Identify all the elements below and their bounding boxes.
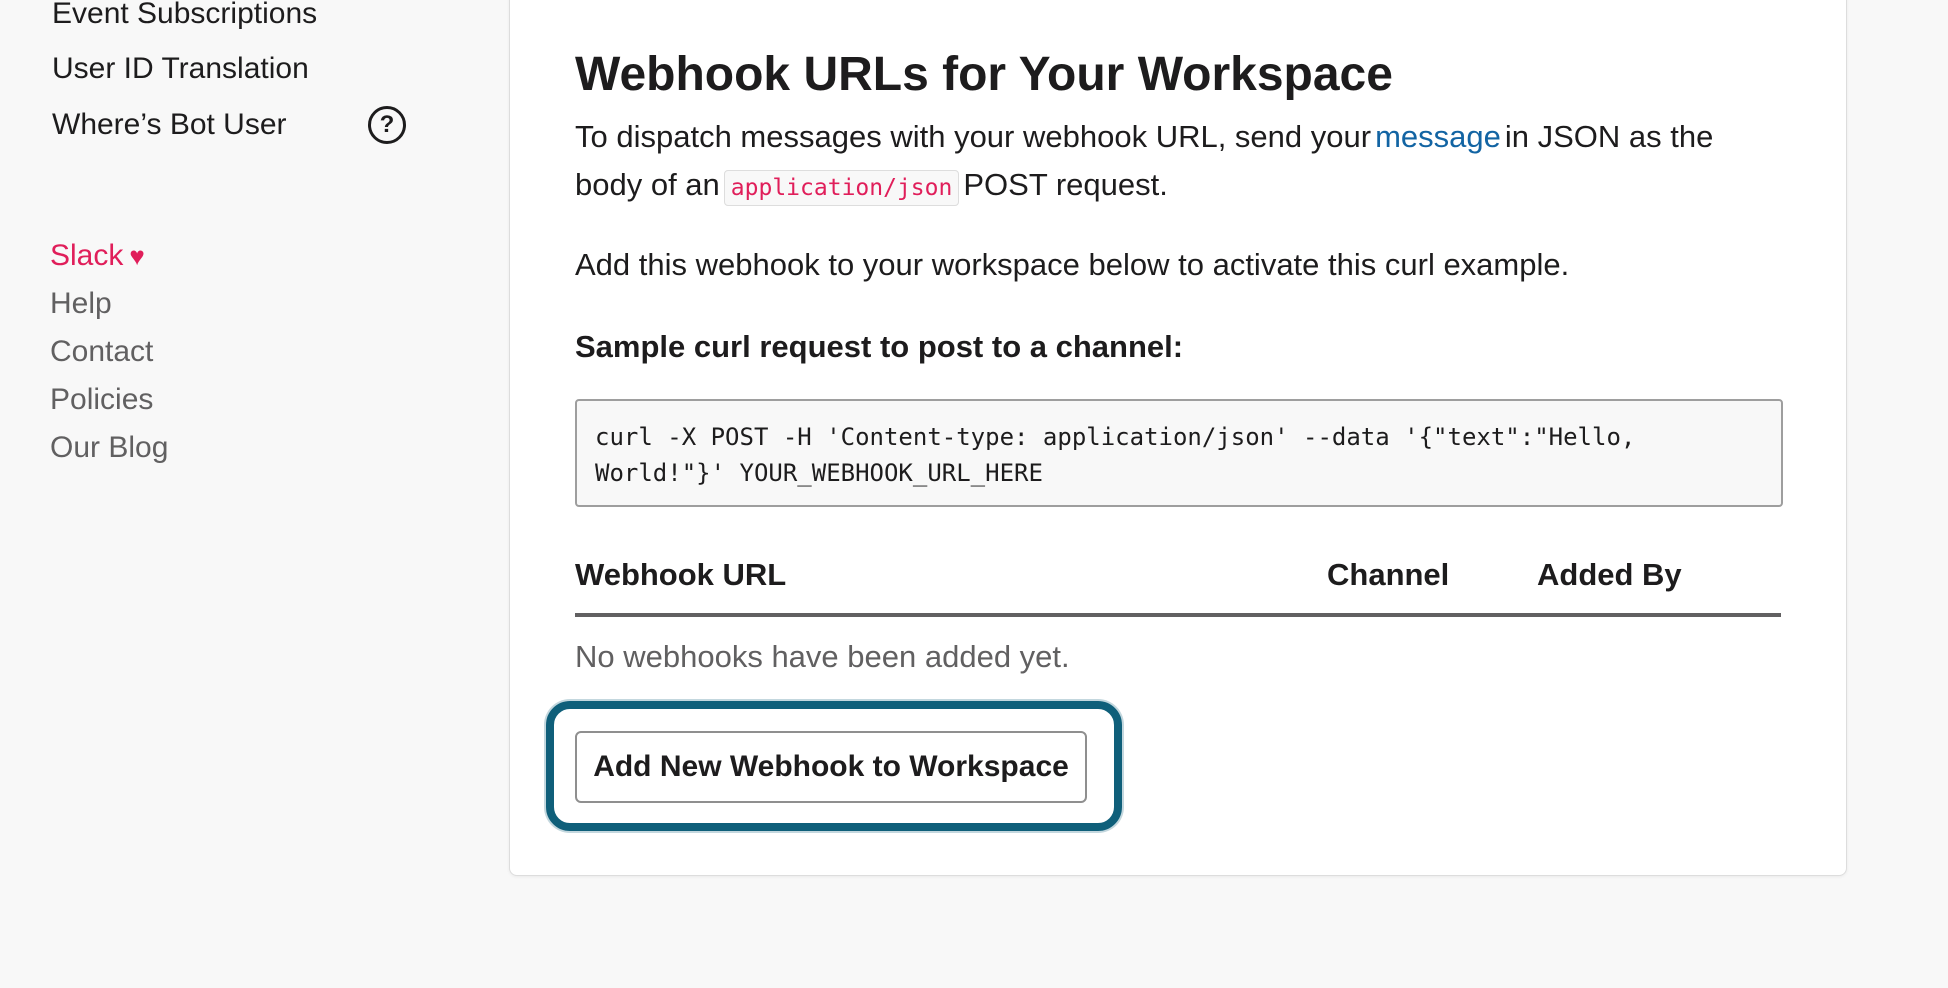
footer-link-policies[interactable]: Policies: [50, 376, 168, 424]
sample-curl-label: Sample curl request to post to a channel…: [575, 329, 1184, 364]
page: Event Subscriptions User ID Translation …: [0, 0, 1948, 988]
footer-link-our-blog[interactable]: Our Blog: [50, 424, 168, 472]
message-link[interactable]: message: [1375, 119, 1501, 154]
activate-text: Add this webhook to your workspace below…: [575, 247, 1570, 282]
intro-part-1: To dispatch messages with your webhook U…: [575, 119, 1372, 154]
sidebar: Event Subscriptions User ID Translation …: [0, 0, 500, 988]
question-circle-icon[interactable]: ?: [368, 106, 406, 144]
footer-link-slack[interactable]: Slack ♥: [50, 232, 168, 280]
sidebar-item-wheres-bot-user[interactable]: Where’s Bot User: [52, 107, 287, 143]
webhook-card: Webhook URLs for Your Workspace To dispa…: [509, 0, 1847, 876]
footer-link-help[interactable]: Help: [50, 280, 168, 328]
footer-link-slack-label: Slack: [50, 239, 124, 272]
help-glyph: ?: [379, 111, 395, 138]
footer-link-contact[interactable]: Contact: [50, 328, 168, 376]
curl-code-block[interactable]: curl -X POST -H 'Content-type: applicati…: [575, 399, 1783, 507]
column-header-webhook-url: Webhook URL: [575, 557, 787, 592]
column-header-channel: Channel: [1327, 557, 1450, 592]
intro-part-3: POST request.: [963, 167, 1168, 202]
heart-icon: ♥: [129, 241, 145, 271]
page-title: Webhook URLs for Your Workspace: [575, 48, 1393, 101]
sidebar-item-user-id-translation[interactable]: User ID Translation: [52, 51, 309, 87]
empty-table-message: No webhooks have been added yet.: [575, 639, 1070, 674]
footer-links: Slack ♥ Help Contact Policies Our Blog: [50, 232, 168, 472]
webhook-table-header: Webhook URL Channel Added By: [575, 551, 1781, 617]
column-header-added-by: Added By: [1537, 557, 1682, 592]
inline-code-content-type: application/json: [723, 170, 960, 206]
add-new-webhook-button[interactable]: Add New Webhook to Workspace: [575, 731, 1087, 803]
sidebar-item-event-subscriptions[interactable]: Event Subscriptions: [52, 0, 317, 32]
intro-text: To dispatch messages with your webhook U…: [575, 113, 1775, 212]
